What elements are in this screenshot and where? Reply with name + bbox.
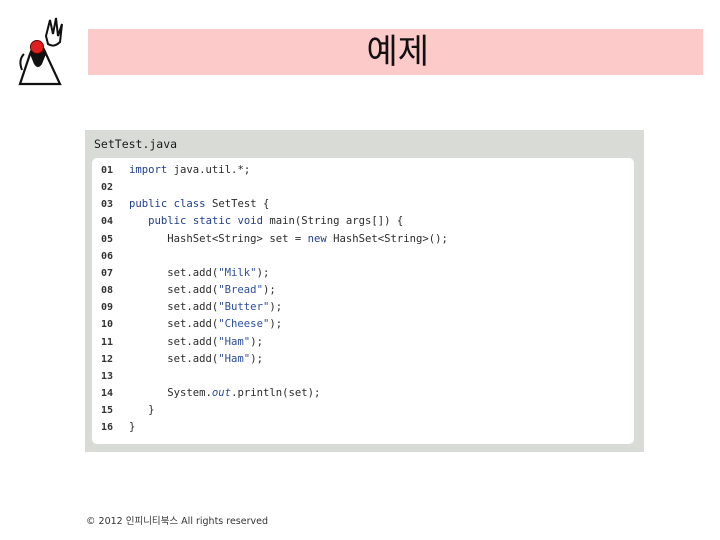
line-number: 05 (101, 233, 114, 245)
code-text: HashSet<String> set = new HashSet<String… (129, 232, 448, 245)
code-text: public class SetTest { (129, 198, 270, 211)
code-text: import java.util.*; (129, 164, 251, 176)
line-number: 03 (101, 199, 114, 211)
code-text: set.add("Ham"); (129, 335, 263, 348)
line-number: 14 (101, 387, 114, 399)
line-number: 06 (101, 250, 114, 262)
code-panel: SetTest.java 01 import java.util.*; 02 03 pu… (85, 130, 644, 452)
code-line: 15 } (92, 402, 632, 419)
code-text: set.add("Butter"); (129, 301, 283, 314)
code-text: set.add("Cheese"); (129, 318, 283, 331)
slide-title: 예제 (366, 32, 429, 72)
code-box: 01 import java.util.*; 02 03 public class Se… (92, 158, 634, 444)
code-line: 03 public class SetTest { (92, 196, 632, 213)
line-number: 09 (101, 302, 114, 314)
code-line: 14 System.out.println(set); (92, 385, 632, 402)
code-line: 10 set.add("Cheese"); (92, 316, 632, 333)
code-line: 06 (92, 248, 632, 265)
line-number: 02 (101, 182, 114, 194)
code-text: System.out.println(set); (129, 386, 321, 399)
code-line: 13 (92, 368, 632, 385)
code-line: 07 set.add("Milk"); (92, 265, 632, 282)
code-line: 05 HashSet<String> set = new HashSet<Str… (92, 231, 632, 248)
line-number: 15 (101, 405, 114, 417)
code-line: 02 (92, 179, 632, 196)
line-number: 13 (101, 370, 114, 382)
code-line: 09 set.add("Butter"); (92, 299, 632, 316)
code-line: 11 set.add("Ham"); (92, 334, 632, 351)
file-title: SetTest.java (94, 137, 178, 151)
line-number: 07 (101, 267, 114, 279)
line-number: 08 (101, 285, 114, 297)
line-number: 11 (101, 336, 114, 348)
line-number: 04 (101, 216, 114, 228)
code-text: set.add("Milk"); (129, 266, 270, 279)
code-text: set.add("Bread"); (129, 284, 276, 297)
code-text: } (129, 404, 155, 417)
code-text: set.add("Ham"); (129, 352, 263, 365)
java-duke-mascot-icon (16, 14, 66, 86)
code-line: 16} (92, 419, 632, 436)
slide-title-bar: 예제 (88, 29, 703, 75)
code-line: 04 public static void main(String args[]… (92, 213, 632, 230)
line-number: 01 (101, 165, 114, 176)
line-number: 12 (101, 353, 114, 365)
code-text: public static void main(String args[]) { (148, 215, 404, 228)
code-line: 12 set.add("Ham"); (92, 351, 632, 368)
line-number: 16 (101, 422, 114, 434)
code-text: } (129, 421, 136, 434)
line-number: 10 (101, 319, 114, 331)
copyright-text: © 2012 인피니티북스 All rights reserved (86, 516, 269, 527)
code-line: 01 import java.util.*; (92, 162, 632, 179)
code-line: 08 set.add("Bread"); (92, 282, 632, 299)
